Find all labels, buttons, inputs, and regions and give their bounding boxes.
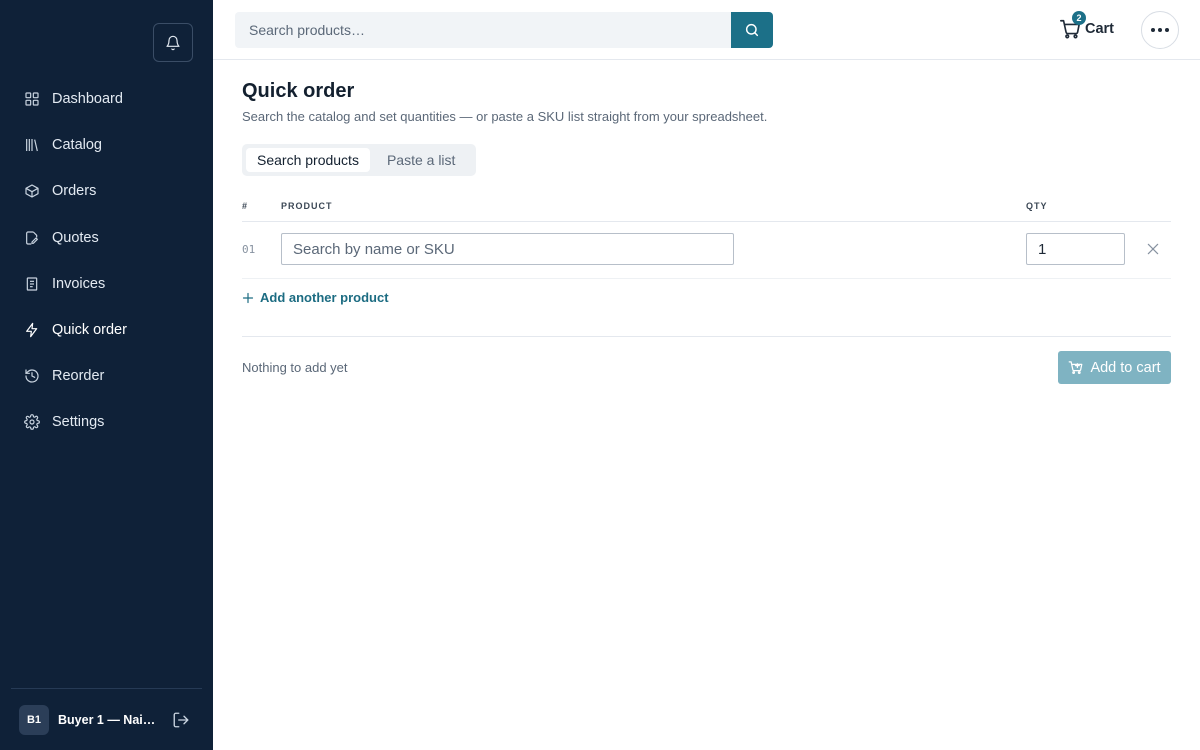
more-icon — [1151, 28, 1155, 32]
row-number: 01 — [242, 243, 256, 256]
add-another-product-button[interactable]: Add another product — [242, 290, 389, 305]
table-header: # PRODUCT QTY — [242, 200, 1171, 222]
sidebar-item-label: Dashboard — [52, 91, 123, 108]
tab-paste-a-list[interactable]: Paste a list — [376, 148, 466, 172]
divider — [242, 336, 1171, 337]
gear-icon — [24, 414, 40, 431]
logout-icon[interactable] — [172, 711, 190, 729]
page-title: Quick order — [242, 80, 355, 102]
history-icon — [24, 368, 40, 384]
sidebar-item-settings[interactable]: Settings — [0, 399, 213, 445]
sidebar-item-quotes[interactable]: Quotes — [0, 215, 213, 261]
box-icon — [24, 183, 40, 199]
cart-add-icon — [1068, 360, 1083, 375]
sidebar-item-dashboard[interactable]: Dashboard — [0, 76, 213, 122]
document-edit-icon — [24, 230, 40, 246]
avatar[interactable]: B1 — [19, 704, 49, 735]
sidebar-item-reorder[interactable]: Reorder — [0, 353, 213, 399]
status-text: Nothing to add yet — [242, 360, 348, 375]
quantity-input[interactable] — [1026, 233, 1125, 265]
remove-row-icon[interactable] — [1145, 241, 1161, 257]
sidebar-item-label: Catalog — [52, 137, 102, 154]
sidebar-item-invoices[interactable]: Invoices — [0, 261, 213, 307]
lightning-icon — [24, 322, 40, 338]
product-search — [235, 12, 773, 48]
add-to-cart-label: Add to cart — [1090, 359, 1161, 376]
bell-icon — [165, 35, 181, 51]
sidebar: Dashboard Catalog Orders Quotes Invoices — [0, 0, 213, 750]
user-menu: B1 Buyer 1 — Nair… — [11, 688, 202, 750]
search-input[interactable] — [235, 12, 731, 48]
sidebar-item-label: Quick order — [52, 322, 127, 339]
table-row: 01 — [242, 222, 1171, 279]
sidebar-item-catalog[interactable]: Catalog — [0, 122, 213, 168]
search-button[interactable] — [731, 12, 773, 48]
sidebar-item-quick-order[interactable]: Quick order — [0, 307, 213, 353]
mode-tabs: Search products Paste a list — [242, 144, 477, 176]
notifications-button[interactable] — [153, 23, 193, 62]
sidebar-item-label: Settings — [52, 414, 105, 431]
topbar: 2 Cart — [213, 0, 1200, 60]
library-icon — [24, 137, 40, 153]
cart-button[interactable]: 2 Cart — [1059, 11, 1115, 44]
cart-label: Cart — [1085, 21, 1115, 37]
cart-count-badge: 2 — [1072, 11, 1086, 25]
plus-icon — [242, 292, 254, 304]
add-to-cart-button[interactable]: Add to cart — [1058, 351, 1171, 384]
sidebar-item-label: Invoices — [52, 275, 106, 292]
add-another-product-label: Add another product — [260, 290, 389, 305]
cart-icon: 2 — [1059, 11, 1086, 40]
search-icon — [744, 22, 760, 38]
sidebar-item-label: Quotes — [52, 229, 99, 246]
sidebar-item-label: Reorder — [52, 368, 105, 385]
column-header-number: # — [242, 201, 249, 211]
receipt-icon — [24, 276, 40, 292]
page-subtitle: Search the catalog and set quantities — … — [242, 109, 768, 124]
sidebar-item-orders[interactable]: Orders — [0, 168, 213, 214]
sidebar-nav: Dashboard Catalog Orders Quotes Invoices — [0, 76, 213, 446]
column-header-product: PRODUCT — [281, 201, 333, 211]
tab-search-products[interactable]: Search products — [246, 148, 370, 172]
sidebar-item-label: Orders — [52, 183, 97, 200]
grid-icon — [24, 91, 40, 107]
more-options-button[interactable] — [1141, 11, 1179, 49]
product-search-input[interactable] — [281, 233, 734, 265]
user-name[interactable]: Buyer 1 — Nair… — [58, 713, 158, 727]
column-header-qty: QTY — [1026, 201, 1048, 211]
